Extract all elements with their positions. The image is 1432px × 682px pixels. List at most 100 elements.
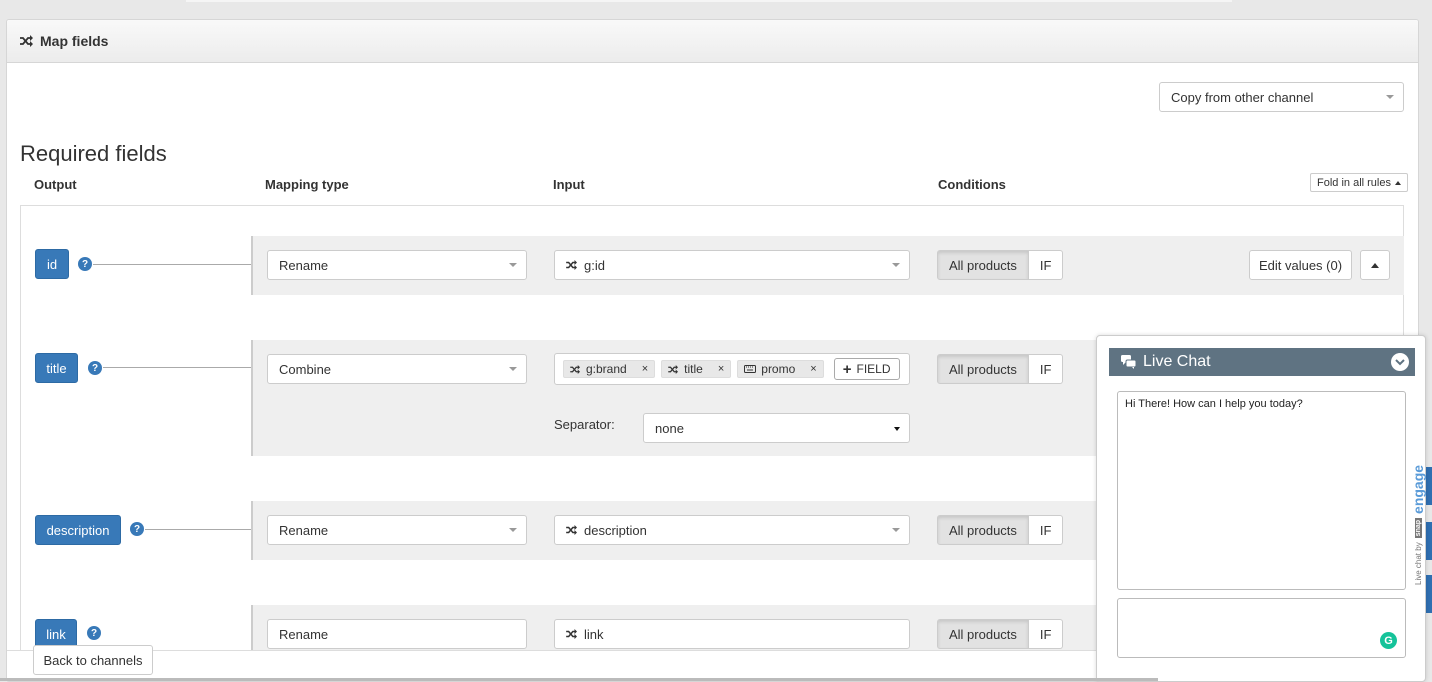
caret-up-icon [1371, 262, 1379, 268]
combine-fields-input[interactable]: g:brand × title × promo × + FIELD [554, 353, 910, 385]
help-icon[interactable]: ? [88, 361, 102, 375]
minimize-chat-icon[interactable] [1391, 353, 1409, 371]
add-field-label: FIELD [856, 362, 891, 376]
output-label-id[interactable]: id [35, 249, 69, 279]
section-title: Required fields [20, 141, 167, 166]
all-products-button[interactable]: All products [937, 354, 1029, 384]
chevron-down-icon [509, 528, 517, 532]
plus-icon: + [842, 360, 852, 378]
field-token[interactable]: g:brand × [563, 360, 656, 378]
caret-up-icon [1394, 180, 1401, 185]
all-products-button[interactable]: All products [937, 515, 1029, 545]
connector-line [145, 529, 251, 530]
help-icon[interactable]: ? [130, 522, 144, 536]
input-value: link [584, 626, 604, 642]
token-label: promo [761, 362, 796, 376]
input-select-link[interactable]: link [554, 619, 910, 649]
fold-button-label: Fold in all rules [1317, 176, 1391, 189]
input-select-id[interactable]: g:id [554, 250, 910, 280]
copy-select-value: Copy from other channel [1171, 89, 1314, 105]
live-chat-widget: Live Chat Hi There! How can I help you t… [1096, 335, 1426, 682]
conditions-toggle-description: All products IF [937, 515, 1064, 545]
brand-box: snap [1414, 517, 1422, 539]
snapengage-brand[interactable]: Live chat by snap engage [1410, 465, 1426, 585]
field-token[interactable]: title × [661, 360, 732, 378]
mapping-type-select-link[interactable]: Rename [267, 619, 527, 649]
connector-line [103, 367, 251, 368]
keyboard-icon [744, 365, 757, 373]
conditions-toggle-link: All products IF [937, 619, 1064, 649]
mapping-type-value: Combine [279, 361, 332, 377]
remove-token-icon[interactable]: × [718, 363, 724, 375]
input-value: g:id [584, 257, 605, 273]
edit-values-button[interactable]: Edit values (0) [1249, 250, 1352, 280]
fold-all-rules-button[interactable]: Fold in all rules [1310, 173, 1408, 192]
token-label: g:brand [586, 362, 627, 376]
conditions-toggle-title: All products IF [937, 354, 1064, 384]
side-tab[interactable] [1425, 575, 1432, 613]
connector-line [93, 264, 251, 265]
shuffle-icon [570, 364, 581, 374]
copy-from-channel-select[interactable]: Copy from other channel [1159, 82, 1404, 112]
token-label: title [684, 362, 703, 376]
if-button[interactable]: IF [1028, 619, 1064, 649]
remove-token-icon[interactable]: × [642, 363, 648, 375]
chat-message-log: Hi There! How can I help you today? [1117, 391, 1406, 590]
separator-value: none [655, 420, 684, 436]
chevron-down-icon [509, 367, 517, 371]
collapse-rule-button[interactable] [1360, 250, 1390, 280]
chevron-down-icon [509, 263, 517, 267]
shuffle-icon [20, 35, 33, 47]
col-head-conditions: Conditions [938, 177, 1006, 192]
output-label-description[interactable]: description [35, 515, 121, 545]
chat-bubbles-icon [1121, 355, 1137, 369]
field-token[interactable]: promo × [737, 360, 824, 378]
chat-title: Live Chat [1143, 353, 1211, 370]
help-icon[interactable]: ? [87, 626, 101, 640]
side-tab[interactable] [1425, 467, 1432, 505]
side-tab[interactable] [1425, 522, 1432, 560]
col-head-mapping-type: Mapping type [265, 177, 349, 192]
chevron-down-icon [894, 427, 900, 431]
top-strip [186, 0, 1232, 2]
mapping-type-value: Rename [279, 257, 329, 273]
chat-greeting: Hi There! How can I help you today? [1125, 398, 1303, 410]
mapping-type-select-title[interactable]: Combine [267, 354, 527, 384]
chevron-down-icon [892, 263, 900, 267]
input-select-description[interactable]: description [554, 515, 910, 545]
conditions-toggle-id: All products IF [937, 250, 1064, 280]
shuffle-icon [566, 629, 578, 639]
panel-header: Map fields [7, 20, 1418, 63]
output-label-title[interactable]: title [35, 353, 78, 383]
shuffle-icon [566, 525, 578, 535]
separator-label: Separator: [554, 417, 615, 432]
chat-header[interactable]: Live Chat [1109, 348, 1415, 376]
grammarly-icon[interactable]: G [1380, 632, 1397, 649]
if-button[interactable]: IF [1028, 354, 1064, 384]
panel-title: Map fields [40, 33, 109, 49]
back-to-channels-button[interactable]: Back to channels [33, 645, 153, 675]
all-products-button[interactable]: All products [937, 619, 1029, 649]
remove-token-icon[interactable]: × [810, 363, 816, 375]
mapping-type-value: Rename [279, 626, 329, 642]
col-head-input: Input [553, 177, 585, 192]
scrollbar-track [0, 678, 1158, 681]
all-products-button[interactable]: All products [937, 250, 1029, 280]
col-head-output: Output [34, 177, 77, 192]
if-button[interactable]: IF [1028, 250, 1064, 280]
mapping-type-select-id[interactable]: Rename [267, 250, 527, 280]
chevron-down-icon [1386, 95, 1394, 99]
help-icon[interactable]: ? [78, 257, 92, 271]
mapping-type-select-description[interactable]: Rename [267, 515, 527, 545]
shuffle-icon [668, 364, 679, 374]
chat-message-input[interactable]: G [1117, 598, 1406, 658]
mapping-type-value: Rename [279, 522, 329, 538]
if-button[interactable]: IF [1028, 515, 1064, 545]
chevron-down-icon [892, 528, 900, 532]
brand-name: engage [1410, 464, 1426, 514]
shuffle-icon [566, 260, 578, 270]
separator-select[interactable]: none [643, 413, 910, 443]
add-field-button[interactable]: + FIELD [833, 358, 900, 380]
input-value: description [584, 522, 647, 538]
brand-prefix: Live chat by [1413, 542, 1423, 585]
